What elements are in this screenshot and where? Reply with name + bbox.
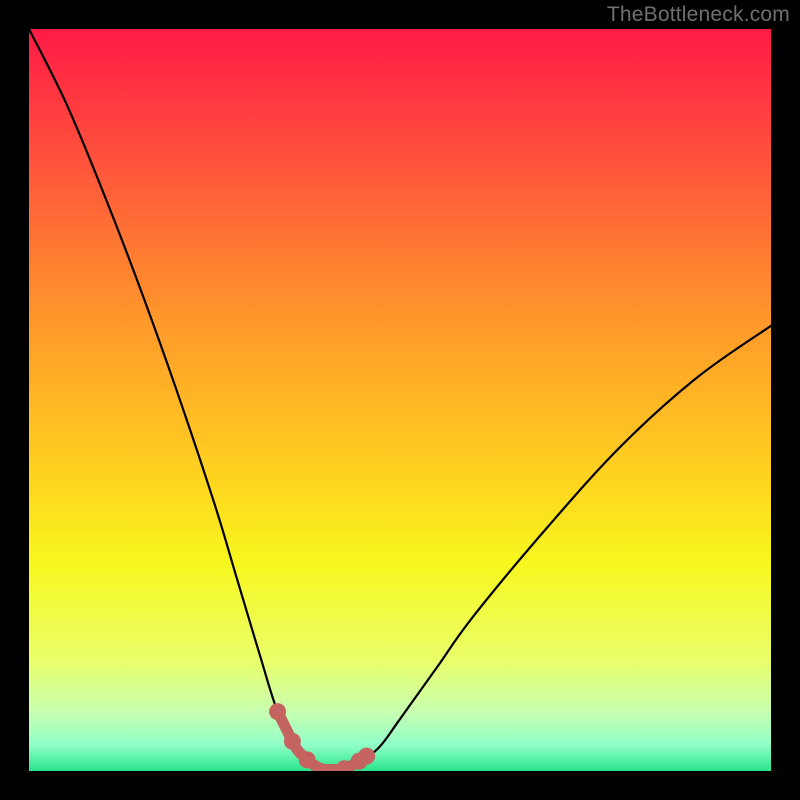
chart-svg <box>29 29 771 771</box>
chart-frame: TheBottleneck.com <box>0 0 800 800</box>
marker-dot <box>269 703 286 720</box>
marker-dot <box>284 733 301 750</box>
watermark-text: TheBottleneck.com <box>607 3 790 27</box>
gradient-background <box>29 29 771 771</box>
marker-dot <box>358 748 375 765</box>
marker-dot <box>299 751 316 768</box>
plot-area <box>29 29 771 771</box>
